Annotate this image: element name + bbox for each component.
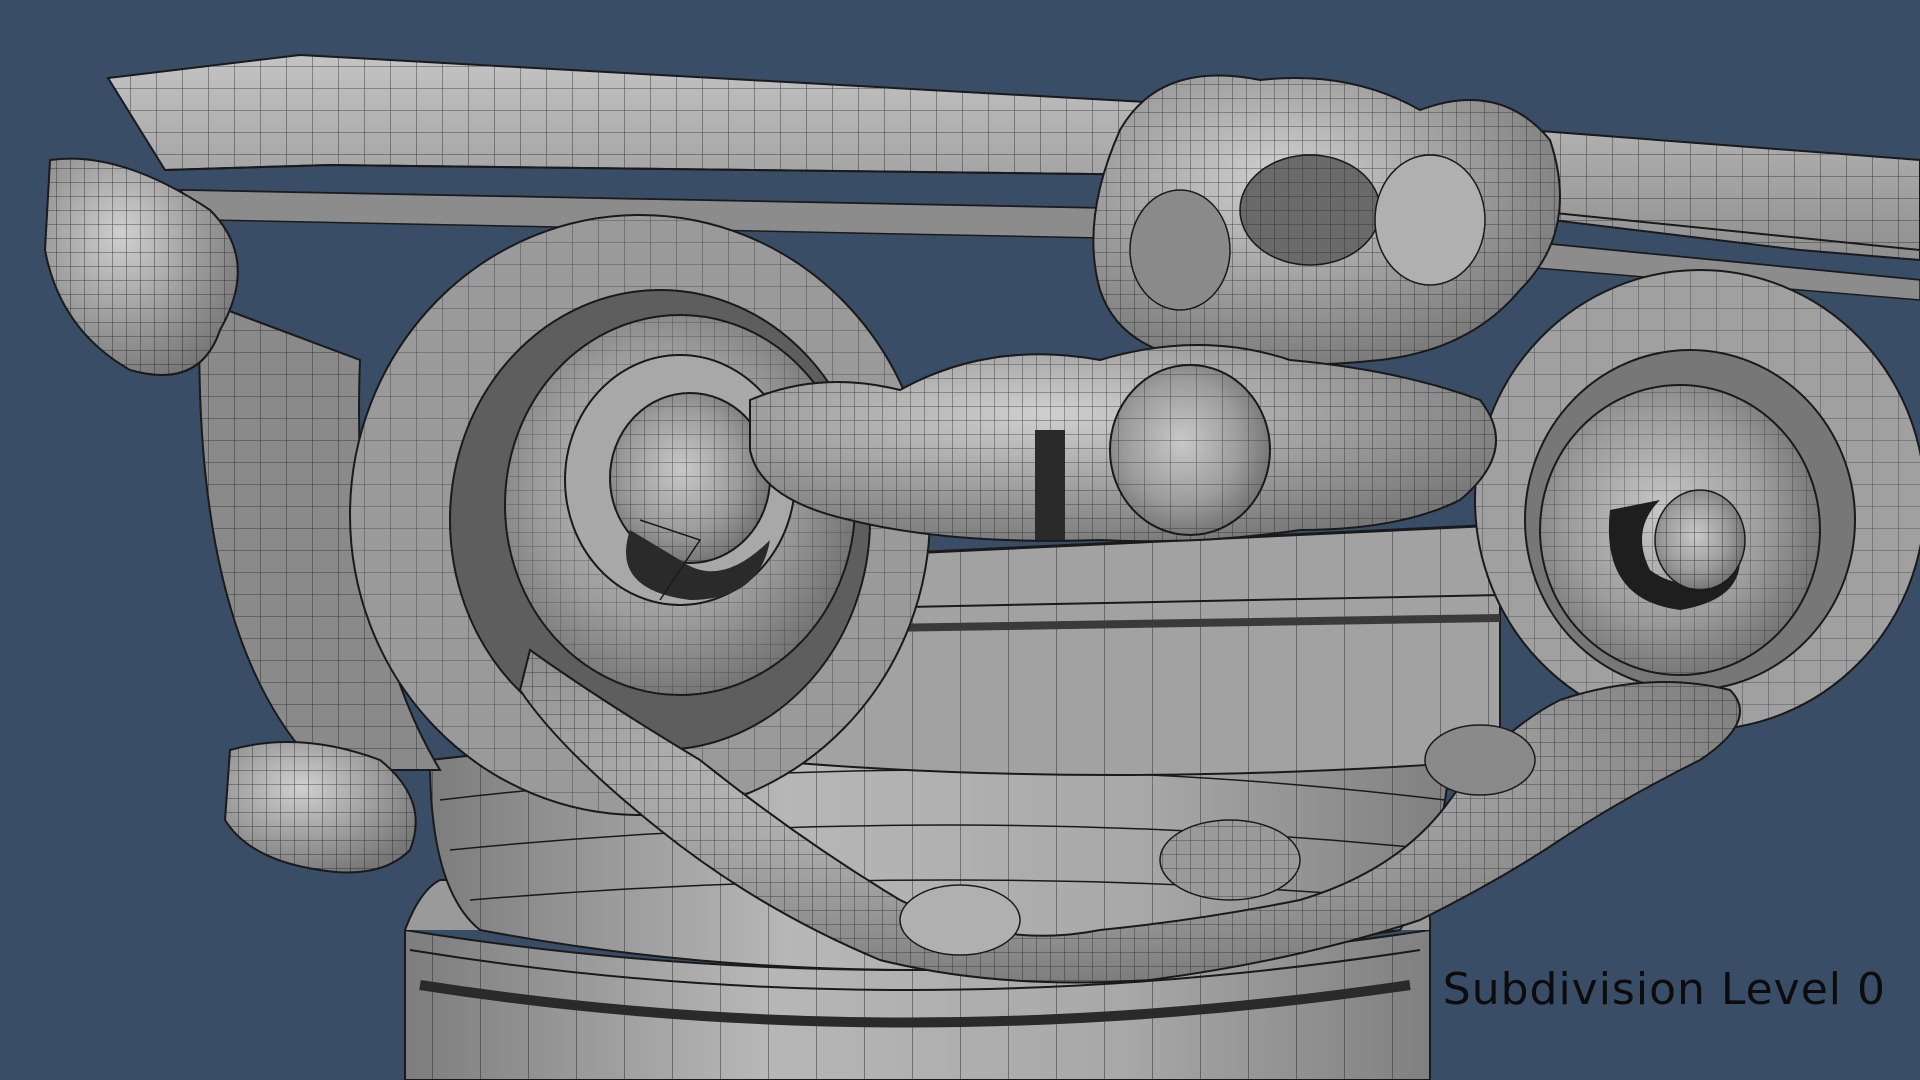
right-volute	[1474, 269, 1920, 731]
column-capital-mesh	[43, 53, 1920, 1080]
flower-ornament	[1092, 74, 1561, 366]
subdivision-level-label: Subdivision Level 0	[1442, 964, 1886, 1015]
3d-viewport[interactable]: Subdivision Level 0	[0, 0, 1920, 1080]
abacus	[106, 53, 1920, 301]
